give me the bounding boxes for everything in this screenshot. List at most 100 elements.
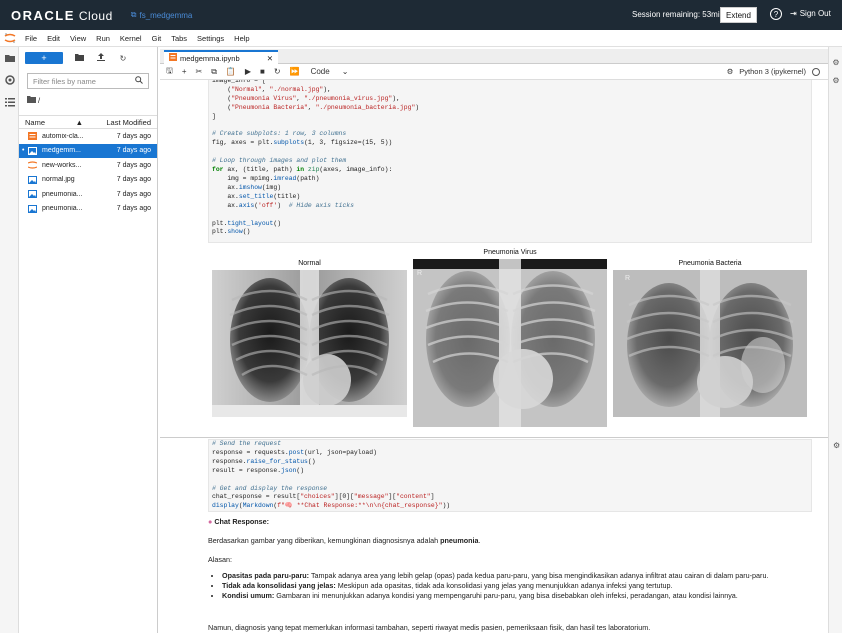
file-modified: 7 days ago — [116, 161, 151, 169]
notebook-icon — [28, 132, 38, 141]
gear-icon: ⚙ — [726, 67, 734, 76]
plot-title-pneumonia-virus: Pneumonia Virus — [483, 249, 537, 256]
menu-bar: File Edit View Run Kernel Git Tabs Setti… — [0, 30, 842, 47]
file-filter-box[interactable] — [27, 73, 149, 89]
debugger-icon[interactable]: ⚙ — [829, 71, 842, 89]
file-modified: 7 days ago — [116, 176, 151, 184]
reasons-list: Opasitas pada paru-paru: Tampak adanya a… — [208, 571, 808, 601]
brain-icon: ● — [208, 517, 213, 526]
file-modified: 7 days ago — [116, 190, 151, 198]
oracle-cloud-logo[interactable]: ORACLE Cloud — [11, 8, 113, 23]
file-modified: 7 days ago — [116, 132, 151, 140]
code-cell-request[interactable]: # Send the request response = requests.p… — [208, 439, 812, 512]
file-row[interactable]: pneumonia... 7 days ago — [19, 202, 157, 217]
file-list-header: Name ▲ Last Modified — [19, 115, 157, 129]
file-name: automix-cla... — [42, 132, 84, 140]
menu-edit[interactable]: Edit — [42, 34, 65, 43]
run-all-icon[interactable]: ⏩ — [290, 67, 300, 76]
menu-file[interactable]: File — [20, 34, 42, 43]
file-filter-input[interactable] — [33, 76, 133, 86]
file-name: pneumonia... — [42, 205, 83, 213]
menu-settings[interactable]: Settings — [192, 34, 229, 43]
stop-icon[interactable]: ■ — [260, 67, 265, 76]
sort-up-icon: ▲ — [75, 117, 83, 127]
new-launcher-button[interactable]: + — [25, 52, 63, 64]
column-name-header[interactable]: Name ▲ — [25, 118, 95, 127]
chat-response-heading: ● Chat Response: — [208, 517, 270, 526]
chevron-down-icon: ⌄ — [341, 67, 349, 76]
notebook-toolbar: 🖫 + ✂ ⧉ 📋 ▶ ■ ↻ ⏩ Code ⌄ ⚙ Python 3 (ipy… — [160, 64, 828, 80]
file-row[interactable]: automix-cla... 7 days ago — [19, 129, 157, 144]
xray-image-normal — [212, 270, 407, 417]
sign-out-icon: ⇥ — [790, 9, 797, 18]
insert-cell-icon[interactable]: + — [182, 67, 187, 76]
notebook-tab-bar: medgemma.ipynb ✕ — [160, 49, 828, 64]
new-folder-icon[interactable] — [73, 53, 85, 63]
file-name: new-works... — [42, 161, 82, 169]
file-row[interactable]: pneumonia... 7 days ago — [19, 187, 157, 202]
list-item: Opasitas pada paru-paru: Tampak adanya a… — [222, 571, 808, 580]
image-icon — [28, 175, 38, 184]
oracle-topbar: ORACLE Cloud ⧉ fs_medgemma Session remain… — [0, 0, 842, 30]
external-link-icon: ⧉ — [130, 10, 137, 19]
folder-icon — [27, 95, 36, 105]
property-inspector-icon[interactable]: ⚙ — [829, 53, 842, 71]
list-item: Tidak ada konsolidasi yang jelas: Meskip… — [222, 581, 808, 590]
folder-icon[interactable] — [0, 47, 19, 69]
workspace-link[interactable]: ⧉ fs_medgemma — [131, 10, 193, 20]
upload-icon[interactable] — [95, 53, 107, 63]
notebook-icon — [169, 53, 177, 63]
refresh-icon[interactable]: ↻ — [117, 54, 129, 63]
reasons-label: Alasan: — [208, 555, 232, 564]
cut-icon[interactable]: ✂ — [196, 67, 203, 76]
menu-tabs[interactable]: Tabs — [166, 34, 192, 43]
tab-medgemma-notebook[interactable]: medgemma.ipynb ✕ — [164, 50, 278, 64]
jupyter-logo-icon — [0, 30, 20, 47]
menu-run[interactable]: Run — [91, 34, 115, 43]
right-sidebar: ⚙ ⚙ — [828, 47, 842, 633]
column-modified-header[interactable]: Last Modified — [95, 118, 151, 127]
cell-settings-icon[interactable]: ⚙ — [833, 441, 840, 450]
image-icon — [28, 204, 38, 213]
menu-git[interactable]: Git — [147, 34, 167, 43]
plot-title-normal: Normal — [298, 260, 321, 267]
copy-icon[interactable]: ⧉ — [211, 67, 217, 77]
menu-help[interactable]: Help — [229, 34, 254, 43]
menu-view[interactable]: View — [65, 34, 91, 43]
file-modified: 7 days ago — [116, 147, 151, 155]
table-of-contents-icon[interactable] — [0, 91, 19, 113]
jupyter-icon — [27, 161, 38, 169]
paste-icon[interactable]: 📋 — [226, 67, 236, 76]
file-row[interactable]: normal.jpg 7 days ago — [19, 173, 157, 188]
xray-image-pneumonia-virus: R — [413, 259, 607, 427]
image-icon — [28, 146, 38, 155]
kernel-status[interactable]: ⚙ Python 3 (ipykernel) — [727, 67, 820, 76]
close-tab-icon[interactable]: ✕ — [267, 54, 273, 63]
svg-text:R: R — [417, 270, 422, 277]
help-icon[interactable]: ? — [770, 8, 782, 20]
file-modified: 7 days ago — [116, 205, 151, 213]
search-icon — [135, 76, 143, 86]
file-row[interactable]: • medgemm... 7 days ago — [19, 143, 157, 158]
notebook-content[interactable]: image_info = [ ("Normal", "./normal.jpg"… — [160, 80, 828, 633]
xray-image-pneumonia-bacteria: R — [613, 270, 807, 417]
chat-response-intro: Berdasarkan gambar yang diberikan, kemun… — [208, 536, 481, 545]
cell-type-select[interactable]: Code ⌄ — [311, 67, 349, 76]
file-browser: + ↻ / Name ▲ Last Modified automix-cla..… — [19, 47, 158, 633]
extend-button[interactable]: Extend — [720, 7, 757, 23]
restart-icon[interactable]: ↻ — [274, 67, 281, 76]
sign-out-button[interactable]: ⇥ Sign Out — [790, 9, 831, 18]
file-name: pneumonia... — [42, 190, 83, 198]
left-activity-bar — [0, 47, 19, 633]
file-row[interactable]: new-works... 7 days ago — [19, 158, 157, 173]
run-cell-icon[interactable]: ▶ — [245, 67, 251, 76]
svg-text:R: R — [625, 275, 630, 282]
save-icon[interactable]: 🖫 — [166, 65, 173, 79]
plot-title-pneumonia-bacteria: Pneumonia Bacteria — [678, 260, 742, 267]
menu-kernel[interactable]: Kernel — [115, 34, 147, 43]
cell-divider — [160, 437, 828, 438]
running-kernels-icon[interactable] — [0, 69, 19, 91]
code-cell-plot[interactable]: image_info = [ ("Normal", "./normal.jpg"… — [208, 80, 812, 243]
image-icon — [28, 190, 38, 199]
breadcrumb[interactable]: / — [19, 93, 157, 107]
